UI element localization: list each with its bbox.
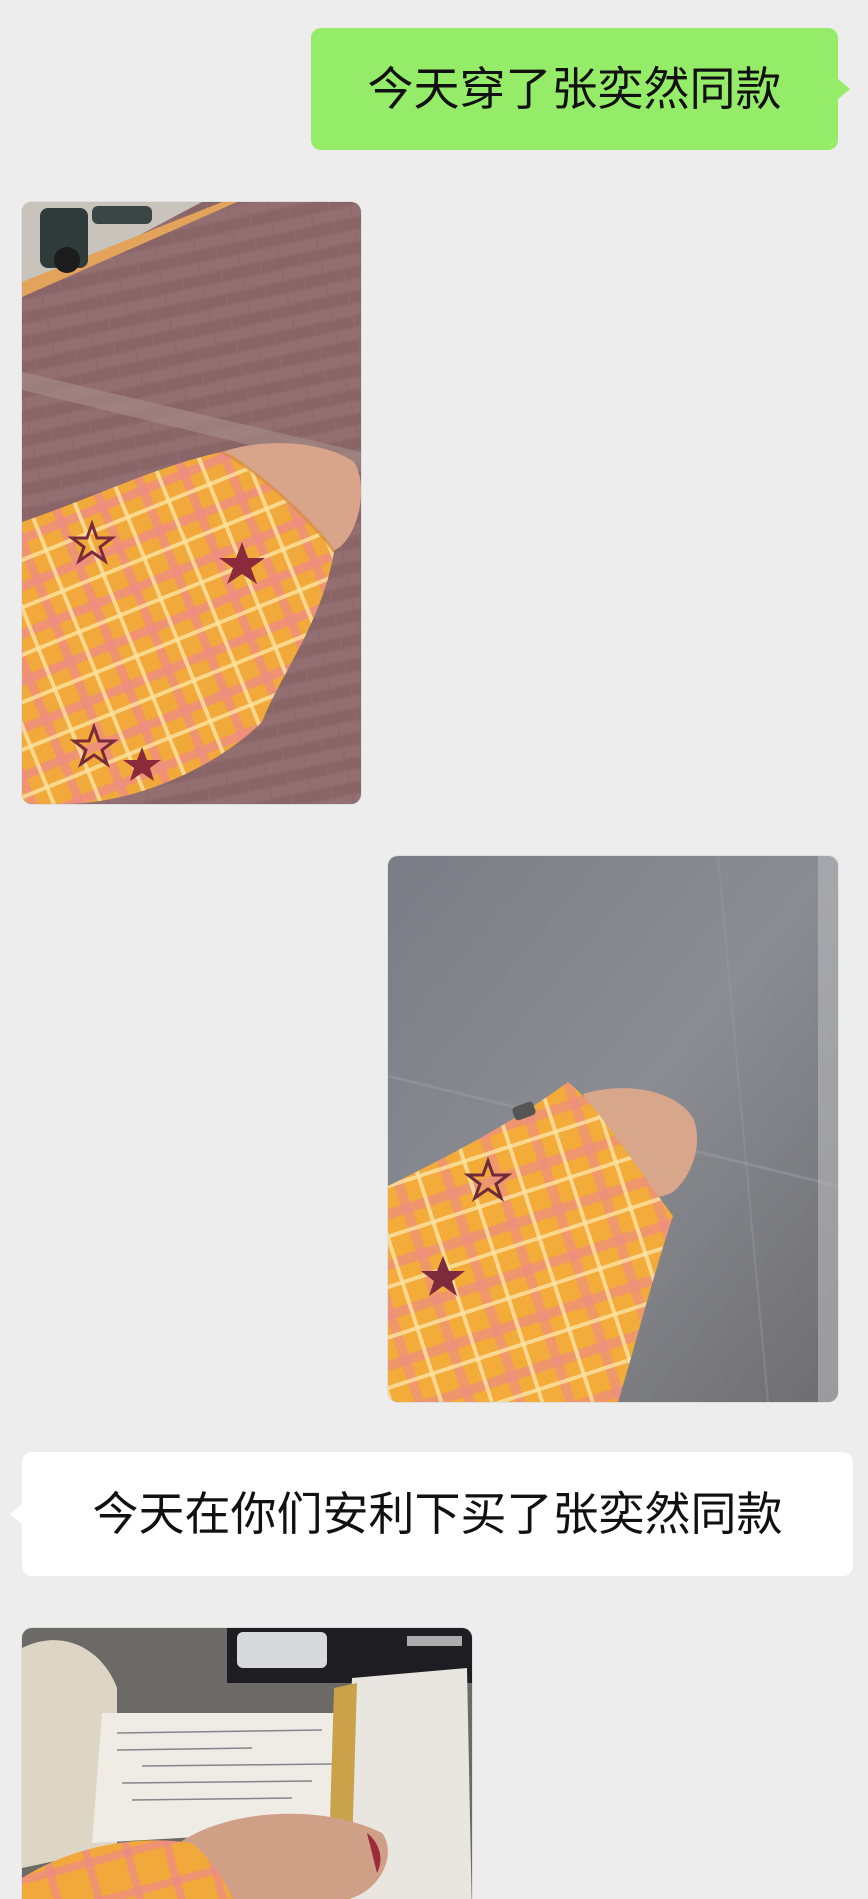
desk-notebook-photo-icon — [22, 1628, 472, 1899]
street-sleeve-photo-icon — [22, 202, 361, 804]
incoming-photo-message[interactable] — [22, 202, 361, 804]
outgoing-photo-message[interactable] — [388, 856, 838, 1402]
gray-ground-sleeve-photo-icon — [388, 856, 838, 1402]
message-text: 今天穿了张奕然同款 — [367, 62, 782, 116]
incoming-text-bubble[interactable]: 今天在你们安利下买了张奕然同款 — [10, 1452, 853, 1576]
incoming-photo-message[interactable] — [22, 1628, 472, 1899]
outgoing-text-bubble[interactable]: 今天穿了张奕然同款 — [311, 28, 850, 150]
message-text: 今天在你们安利下买了张奕然同款 — [92, 1487, 783, 1541]
chat-screen: 今天穿了张奕然同款 今天在你们安利下买了张奕然同款 — [0, 0, 868, 1899]
